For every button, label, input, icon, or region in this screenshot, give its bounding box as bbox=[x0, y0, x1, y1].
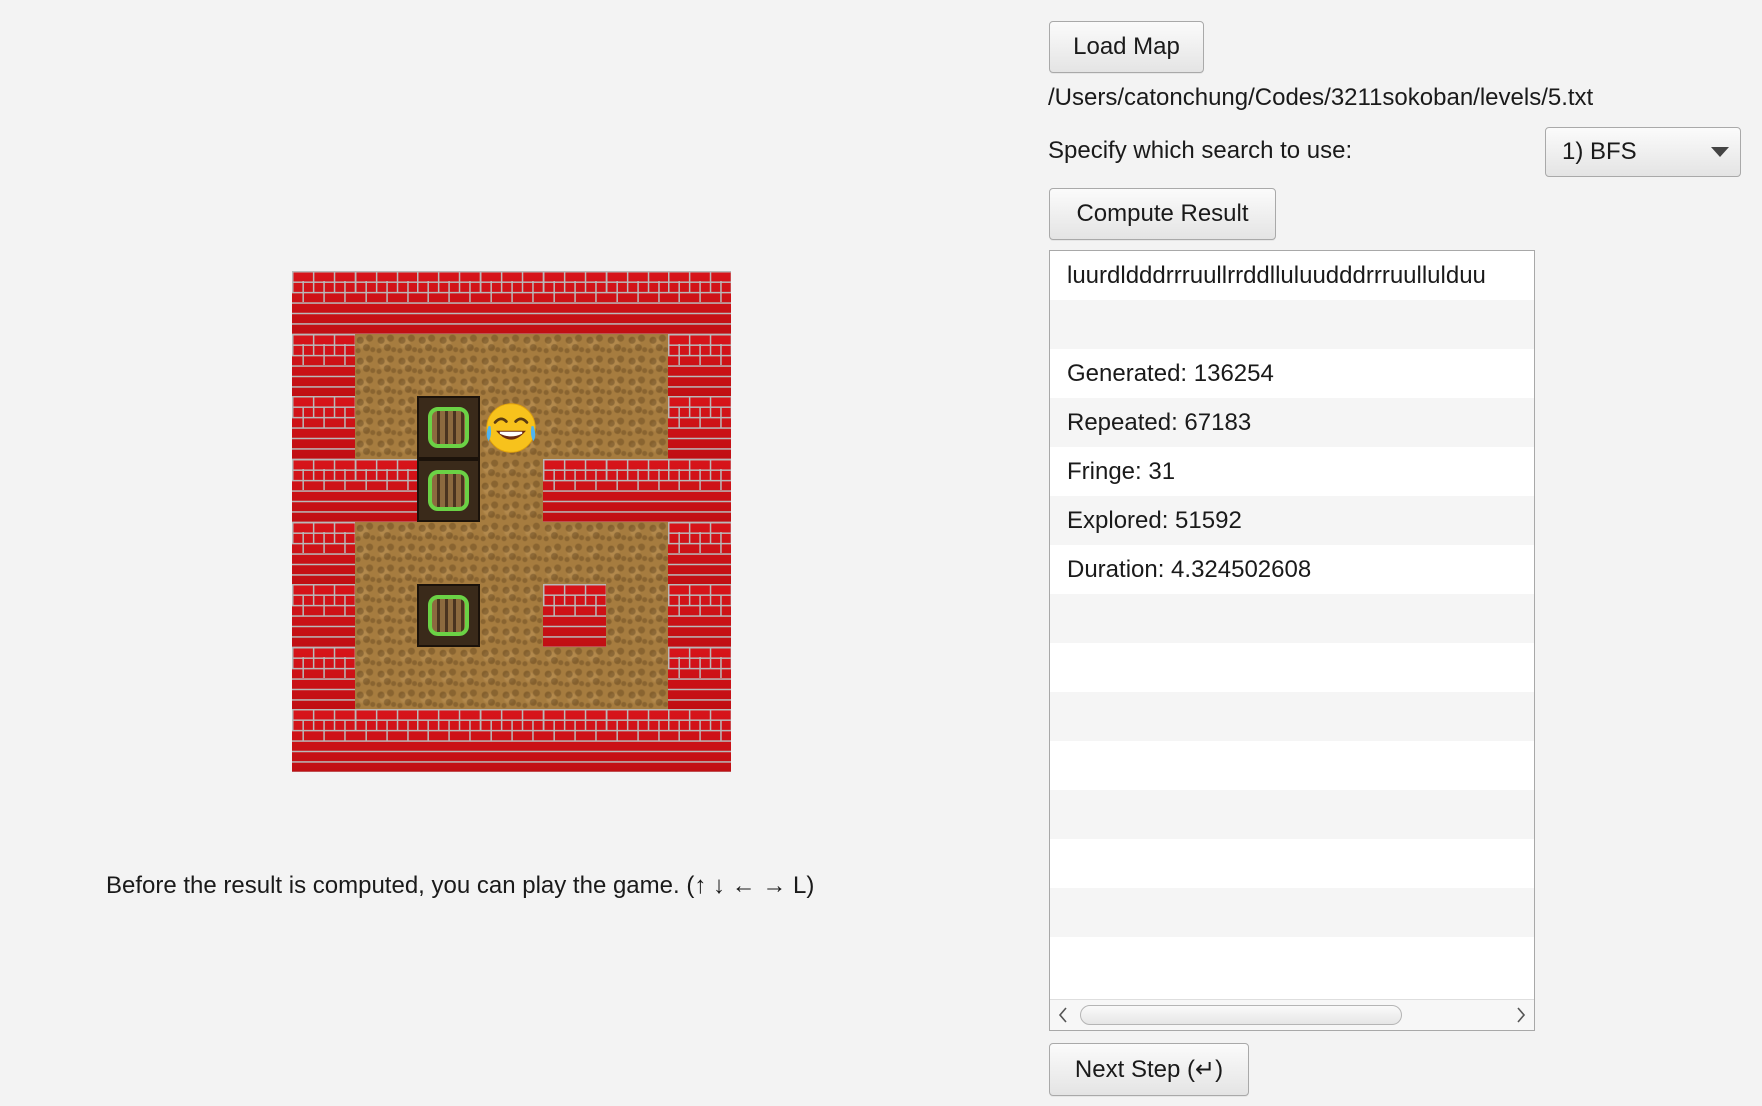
floor-tile bbox=[605, 584, 669, 647]
floor-tile bbox=[480, 396, 543, 459]
result-row[interactable] bbox=[1050, 937, 1534, 986]
wall-tile bbox=[292, 458, 355, 522]
result-list: luurdldddrrruullrrddlluluudddrrruulluldu… bbox=[1050, 251, 1534, 1000]
floor-tile bbox=[480, 646, 543, 710]
result-row[interactable]: luurdldddrrruullrrddlluluudddrrruulluldu… bbox=[1050, 251, 1534, 300]
wall-tile bbox=[668, 271, 731, 334]
chevron-right-icon[interactable] bbox=[1512, 1004, 1530, 1026]
floor-tile bbox=[542, 333, 606, 397]
wall-tile bbox=[542, 271, 606, 334]
wall-tile bbox=[668, 521, 731, 585]
crate-icon bbox=[417, 458, 481, 522]
floor-tile bbox=[417, 458, 481, 522]
wall-tile bbox=[292, 396, 355, 459]
floor-tile bbox=[417, 646, 481, 710]
result-row[interactable] bbox=[1050, 741, 1534, 790]
wall-tile bbox=[292, 271, 355, 334]
search-label: Specify which search to use: bbox=[1048, 137, 1353, 164]
floor-tile bbox=[542, 396, 606, 459]
floor-tile bbox=[542, 646, 606, 710]
search-select[interactable]: 1) BFS bbox=[1545, 127, 1741, 177]
wall-tile bbox=[292, 584, 355, 647]
play-hint: Before the result is computed, you can p… bbox=[106, 872, 815, 899]
wall-tile bbox=[292, 333, 355, 397]
horizontal-scrollbar[interactable] bbox=[1050, 999, 1534, 1030]
floor-tile bbox=[605, 333, 669, 397]
result-row[interactable]: Generated: 136254 bbox=[1050, 349, 1534, 398]
wall-tile bbox=[668, 709, 731, 772]
result-list-panel[interactable]: luurdldddrrruullrrddlluluudddrrruulluldu… bbox=[1049, 250, 1535, 1031]
file-path-label: /Users/catonchung/Codes/3211sokoban/leve… bbox=[1048, 84, 1594, 111]
floor-tile bbox=[354, 646, 418, 710]
tears-of-joy-face-icon bbox=[482, 398, 541, 457]
wall-tile bbox=[354, 458, 418, 522]
floor-tile bbox=[417, 396, 481, 459]
wall-tile bbox=[417, 271, 481, 334]
floor-tile bbox=[480, 584, 543, 647]
wall-tile bbox=[668, 396, 731, 459]
wall-tile bbox=[542, 458, 606, 522]
floor-tile bbox=[480, 333, 543, 397]
wall-tile bbox=[542, 584, 606, 647]
wall-tile bbox=[605, 709, 669, 772]
floor-tile bbox=[354, 396, 418, 459]
next-step-button[interactable]: Next Step (↵) bbox=[1049, 1043, 1249, 1096]
result-row[interactable]: Fringe: 31 bbox=[1050, 447, 1534, 496]
game-board[interactable] bbox=[292, 271, 731, 772]
chevron-down-icon bbox=[1700, 147, 1740, 157]
result-row[interactable] bbox=[1050, 643, 1534, 692]
crate-icon bbox=[417, 396, 481, 459]
floor-tile bbox=[480, 521, 543, 585]
search-selected-value: 1) BFS bbox=[1562, 138, 1637, 165]
floor-tile bbox=[417, 584, 481, 647]
wall-tile bbox=[668, 584, 731, 647]
result-row[interactable] bbox=[1050, 839, 1534, 888]
wall-tile bbox=[417, 709, 481, 772]
wall-tile bbox=[542, 709, 606, 772]
result-row[interactable] bbox=[1050, 300, 1534, 349]
scrollbar-thumb[interactable] bbox=[1080, 1005, 1402, 1025]
chevron-left-icon[interactable] bbox=[1054, 1004, 1072, 1026]
result-row[interactable] bbox=[1050, 888, 1534, 937]
result-row[interactable] bbox=[1050, 594, 1534, 643]
result-row[interactable] bbox=[1050, 692, 1534, 741]
floor-tile bbox=[605, 521, 669, 585]
wall-tile bbox=[668, 333, 731, 397]
floor-tile bbox=[605, 396, 669, 459]
result-row[interactable]: Explored: 51592 bbox=[1050, 496, 1534, 545]
floor-tile bbox=[417, 521, 481, 585]
load-map-button[interactable]: Load Map bbox=[1049, 21, 1204, 73]
floor-tile bbox=[354, 521, 418, 585]
wall-tile bbox=[605, 271, 669, 334]
floor-tile bbox=[417, 333, 481, 397]
wall-tile bbox=[292, 521, 355, 585]
result-row[interactable] bbox=[1050, 790, 1534, 839]
result-row[interactable]: Duration: 4.324502608 bbox=[1050, 545, 1534, 594]
floor-tile bbox=[354, 584, 418, 647]
wall-tile bbox=[292, 646, 355, 710]
floor-tile bbox=[480, 458, 543, 522]
wall-tile bbox=[354, 709, 418, 772]
wall-tile bbox=[354, 271, 418, 334]
crate-icon bbox=[417, 584, 481, 647]
wall-tile bbox=[668, 646, 731, 710]
compute-result-button[interactable]: Compute Result bbox=[1049, 188, 1276, 240]
wall-tile bbox=[605, 458, 669, 522]
wall-tile bbox=[480, 709, 543, 772]
wall-tile bbox=[480, 271, 543, 334]
floor-tile bbox=[605, 646, 669, 710]
floor-tile bbox=[542, 521, 606, 585]
wall-tile bbox=[668, 458, 731, 522]
floor-tile bbox=[354, 333, 418, 397]
wall-tile bbox=[292, 709, 355, 772]
result-row[interactable]: Repeated: 67183 bbox=[1050, 398, 1534, 447]
